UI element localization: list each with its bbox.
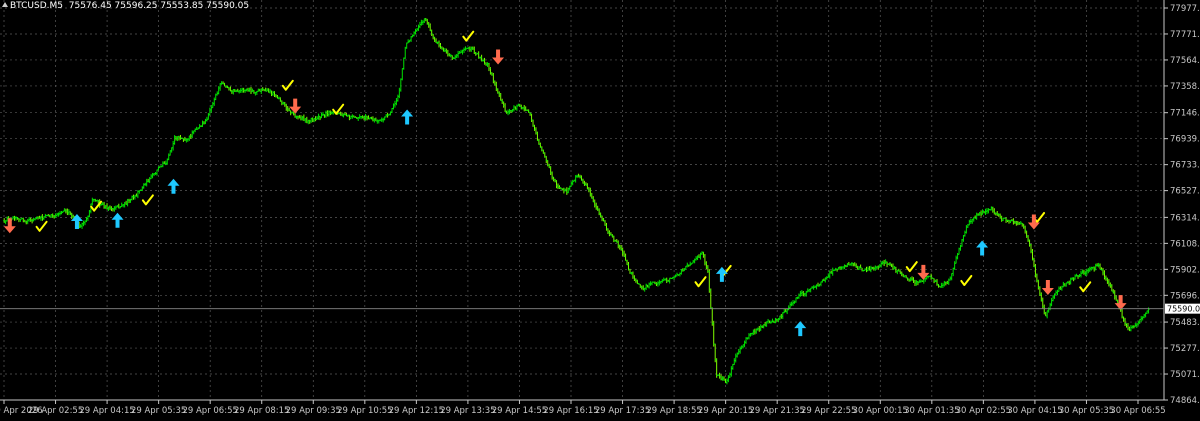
time-label: 30 Apr 02:55 (956, 406, 1011, 416)
price-label: 77358.60 (1170, 82, 1200, 92)
signal-markers (3, 30, 1127, 337)
time-label: 30 Apr 00:15 (853, 406, 908, 416)
buy-arrow-icon (111, 212, 124, 228)
time-label: 29 Apr 18:55 (646, 406, 701, 416)
price-label: 76733.60 (1170, 161, 1200, 171)
time-label: 29 Apr 21:35 (749, 406, 804, 416)
check-mark-icon (35, 220, 48, 232)
symbol-label: BTCUSD.M5 (10, 1, 64, 11)
trading-chart[interactable]: 77977.35 77771.10 77564.85 77358.60 77146.10… (0, 0, 1200, 417)
price-label: 75483.60 (1170, 318, 1200, 328)
sell-arrow-icon (1041, 280, 1054, 296)
time-label: 29 Apr 12:15 (389, 406, 444, 416)
time-label: 29 Apr 17:35 (595, 406, 650, 416)
time-label: 30 Apr 06:55 (1110, 406, 1165, 416)
check-mark-icon (694, 276, 707, 288)
time-label: 29 Apr 08:15 (234, 406, 289, 416)
price-label: 76108.60 (1170, 239, 1200, 249)
check-mark-icon (141, 194, 154, 206)
buy-arrow-icon (794, 321, 807, 337)
price-label: 76314.85 (1170, 213, 1200, 223)
time-label: 29 Apr 05:35 (131, 406, 186, 416)
buy-arrow-icon (167, 178, 180, 194)
time-label: 29 Apr 04:15 (79, 406, 134, 416)
price-label: 74864.85 (1170, 396, 1200, 406)
price-label: 77564.85 (1170, 56, 1200, 66)
chart-axes: 77977.35 77771.10 77564.85 77358.60 77146.10… (0, 0, 1200, 416)
check-mark-icon (1079, 281, 1092, 293)
current-price-label: 75590.05 (1167, 305, 1200, 314)
price-label: 77977.35 (1170, 4, 1200, 14)
price-bars (3, 17, 1150, 385)
time-label: 30 Apr 01:35 (904, 406, 959, 416)
price-label: 75071.10 (1170, 370, 1200, 380)
price-label: 75902.35 (1170, 265, 1200, 275)
time-label: 29 Apr 02:55 (28, 406, 83, 416)
time-label: 29 Apr 14:55 (492, 406, 547, 416)
price-chart-svg[interactable]: 77977.35 77771.10 77564.85 77358.60 77146.10… (0, 0, 1200, 417)
buy-arrow-icon (401, 109, 414, 125)
check-mark-icon (332, 103, 345, 115)
time-label: 29 Apr 22:55 (801, 406, 856, 416)
symbol-header: BTCUSD.M5 75576.45 75596.25 75553.85 755… (2, 1, 249, 11)
price-label: 75277.35 (1170, 344, 1200, 354)
check-mark-icon (905, 261, 918, 273)
check-mark-icon (462, 30, 475, 42)
check-mark-icon (960, 274, 973, 286)
time-label: 30 Apr 04:15 (1007, 406, 1062, 416)
check-mark-icon (281, 79, 294, 91)
time-label: 30 Apr 05:35 (1059, 406, 1114, 416)
time-label: 29 Apr 10:55 (337, 406, 392, 416)
time-label: 29 Apr 16:15 (543, 406, 598, 416)
price-label: 77146.10 (1170, 109, 1200, 119)
sell-arrow-icon (492, 49, 505, 65)
price-label: 76939.85 (1170, 135, 1200, 145)
price-label: 77771.10 (1170, 30, 1200, 40)
price-label: 76527.35 (1170, 187, 1200, 197)
time-label: 29 Apr 09:35 (286, 406, 341, 416)
time-label: 29 Apr 20:15 (698, 406, 753, 416)
chart-grid (0, 0, 1164, 401)
buy-arrow-icon (976, 240, 989, 256)
price-label: 75696.10 (1170, 291, 1200, 301)
time-label: 29 Apr 06:55 (182, 406, 237, 416)
ohlc-values: 75576.45 75596.25 75553.85 75590.05 (68, 1, 250, 11)
dropdown-triangle-icon[interactable] (2, 2, 8, 7)
sell-arrow-icon (917, 264, 930, 280)
time-label: 29 Apr 13:35 (440, 406, 495, 416)
